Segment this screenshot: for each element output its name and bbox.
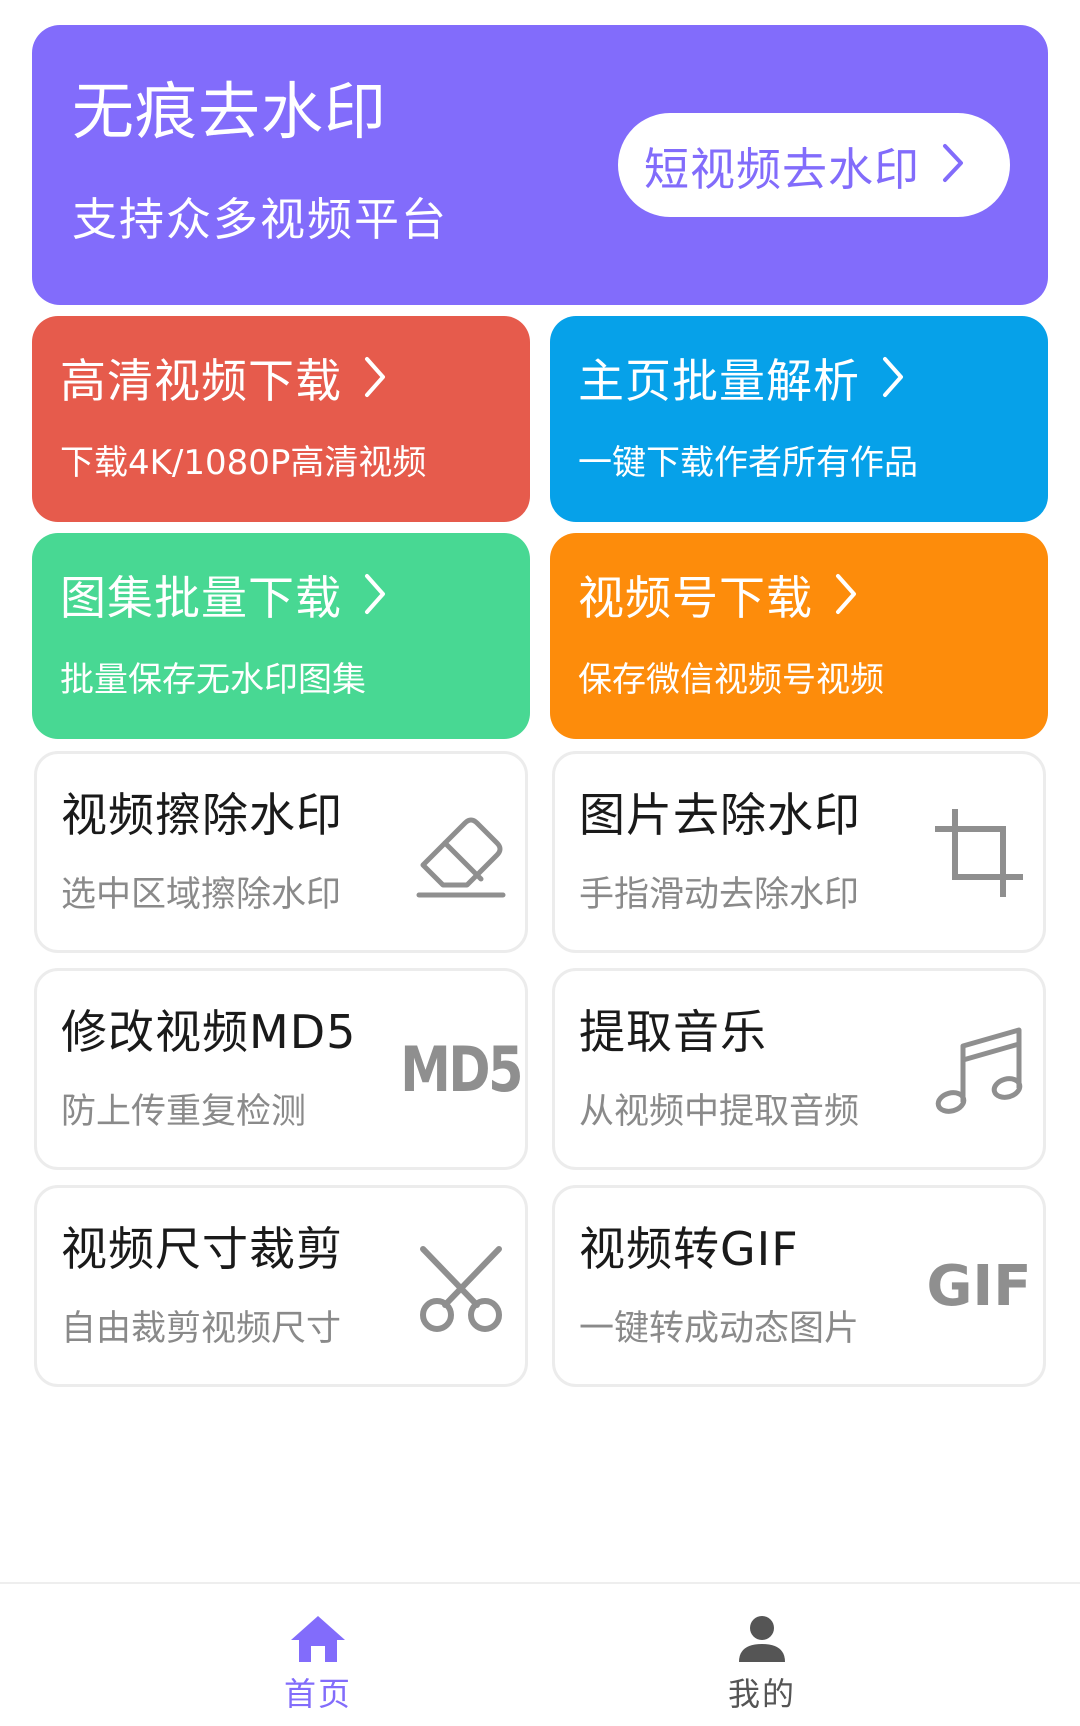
tool-title: 视频擦除水印 <box>61 788 343 842</box>
nav-home[interactable]: 首页 <box>218 1614 418 1724</box>
tool-title: 提取音乐 <box>579 1005 767 1059</box>
card-title: 高清视频下载 <box>60 356 386 405</box>
channels-video-download-card[interactable]: 视频号下载 保存微信视频号视频 <box>550 533 1048 739</box>
tool-subtitle: 一键转成动态图片 <box>579 1309 860 1349</box>
extract-music-card[interactable]: 提取音乐 从视频中提取音频 <box>552 968 1046 1170</box>
hd-video-download-card[interactable]: 高清视频下载 下载4K/1080P高清视频 <box>32 316 530 522</box>
chevron-right-icon <box>364 573 386 622</box>
image-remove-watermark-card[interactable]: 图片去除水印 手指滑动去除水印 <box>552 751 1046 953</box>
short-video-watermark-label: 短视频去水印 <box>644 142 921 196</box>
tool-title: 视频转GIF <box>579 1222 799 1276</box>
hero-banner[interactable]: 无痕去水印 支持众多视频平台 短视频去水印 <box>32 25 1048 305</box>
bottom-navigation: 首页 我的 <box>0 1582 1080 1726</box>
chevron-right-icon <box>364 356 386 405</box>
md5-icon-text: MD5 <box>400 1033 524 1106</box>
card-title: 视频号下载 <box>578 573 857 622</box>
tool-title: 修改视频MD5 <box>61 1005 357 1059</box>
gif-icon: GIF <box>926 1232 1032 1342</box>
card-subtitle: 一键下载作者所有作品 <box>578 443 918 483</box>
video-to-gif-card[interactable]: 视频转GIF 一键转成动态图片 GIF <box>552 1185 1046 1387</box>
card-subtitle: 保存微信视频号视频 <box>578 660 884 700</box>
scissors-icon <box>411 1232 511 1342</box>
user-icon <box>737 1614 787 1668</box>
gallery-batch-download-card[interactable]: 图集批量下载 批量保存无水印图集 <box>32 533 530 739</box>
card-title-text: 高清视频下载 <box>60 353 342 408</box>
nav-mine-label: 我的 <box>727 1675 796 1713</box>
tool-subtitle: 防上传重复检测 <box>61 1092 307 1132</box>
chevron-right-icon <box>942 143 964 187</box>
gif-icon-text: GIF <box>926 1254 1032 1319</box>
md5-icon: MD5 <box>401 1015 524 1125</box>
tool-title: 图片去除水印 <box>579 788 861 842</box>
tool-subtitle: 手指滑动去除水印 <box>579 875 860 915</box>
chevron-right-icon <box>882 356 904 405</box>
card-title: 主页批量解析 <box>578 356 904 405</box>
chevron-right-icon <box>835 573 857 622</box>
nav-mine[interactable]: 我的 <box>662 1614 862 1724</box>
modify-video-md5-card[interactable]: 修改视频MD5 防上传重复检测 MD5 <box>34 968 528 1170</box>
tool-title: 视频尺寸裁剪 <box>61 1222 343 1276</box>
video-size-crop-card[interactable]: 视频尺寸裁剪 自由裁剪视频尺寸 <box>34 1185 528 1387</box>
card-title-text: 图集批量下载 <box>60 570 342 625</box>
homepage-batch-parse-card[interactable]: 主页批量解析 一键下载作者所有作品 <box>550 316 1048 522</box>
card-title-text: 主页批量解析 <box>578 353 860 408</box>
home-screen: 无痕去水印 支持众多视频平台 短视频去水印 高清视频下载 下载4K/1080P高… <box>0 0 1080 1726</box>
video-erase-watermark-card[interactable]: 视频擦除水印 选中区域擦除水印 <box>34 751 528 953</box>
card-subtitle: 下载4K/1080P高清视频 <box>60 443 427 483</box>
short-video-watermark-button[interactable]: 短视频去水印 <box>618 113 1010 217</box>
music-note-icon <box>929 1015 1029 1125</box>
card-title-text: 视频号下载 <box>578 570 813 625</box>
tool-subtitle: 从视频中提取音频 <box>579 1092 860 1132</box>
hero-subtitle: 支持众多视频平台 <box>72 193 449 246</box>
tool-subtitle: 自由裁剪视频尺寸 <box>61 1309 342 1349</box>
home-icon <box>289 1614 347 1668</box>
tool-subtitle: 选中区域擦除水印 <box>61 875 342 915</box>
nav-home-label: 首页 <box>283 1675 352 1713</box>
hero-title: 无痕去水印 <box>72 75 388 148</box>
card-title: 图集批量下载 <box>60 573 386 622</box>
eraser-icon <box>411 798 511 908</box>
card-subtitle: 批量保存无水印图集 <box>60 660 366 700</box>
crop-icon <box>929 798 1029 908</box>
